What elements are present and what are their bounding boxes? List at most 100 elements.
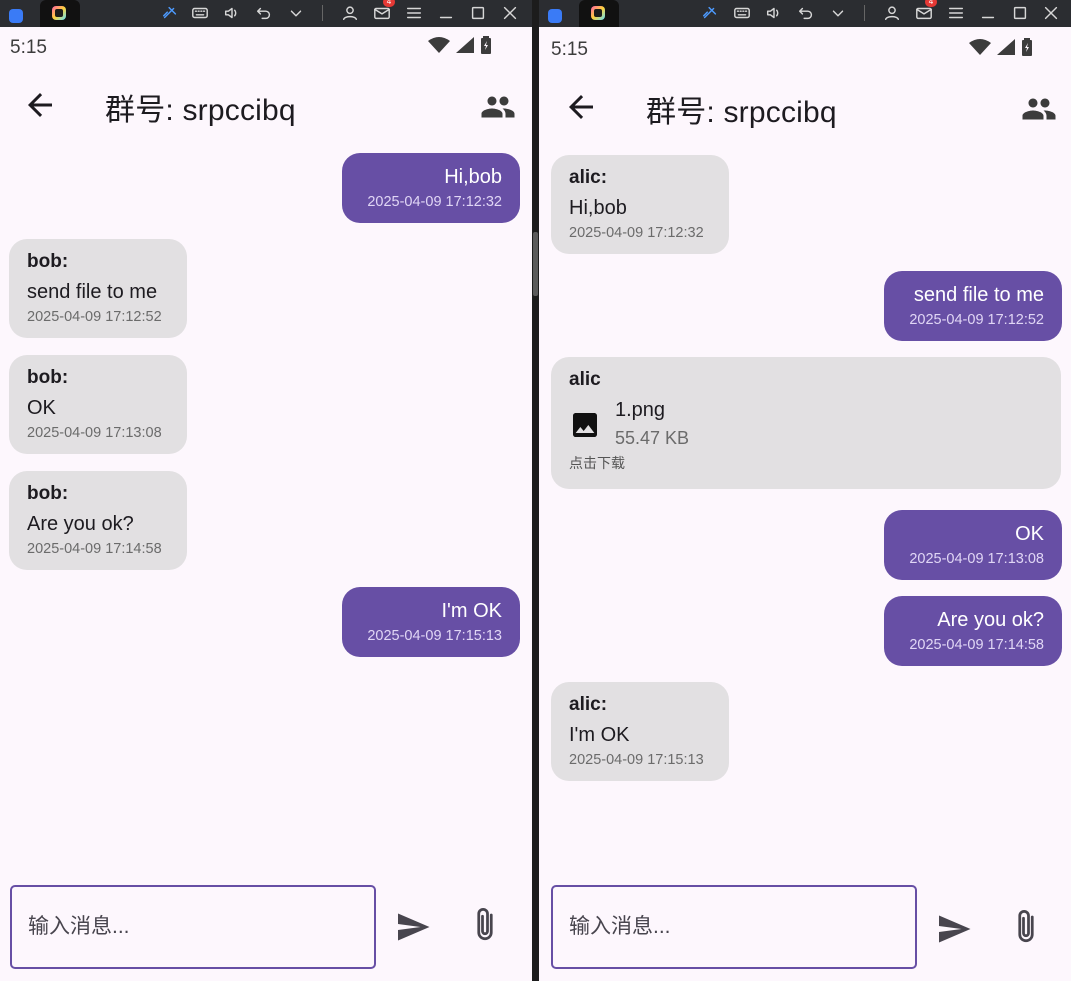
signal-icon — [997, 39, 1015, 55]
user-icon[interactable] — [338, 3, 362, 23]
message-sender: alic: — [569, 167, 608, 188]
message-bubble-incoming[interactable]: bob: send file to me 2025-04-09 17:12:52 — [9, 239, 187, 338]
message-time: 2025-04-09 17:12:32 — [569, 225, 704, 241]
message-time: 2025-04-09 17:14:58 — [27, 541, 162, 557]
message-text: OK — [27, 397, 56, 419]
message-time: 2025-04-09 17:14:58 — [909, 637, 1044, 653]
mail-icon[interactable]: 4 — [912, 0, 937, 23]
image-icon — [573, 413, 597, 437]
page-title: 群号: srpccibq — [105, 94, 296, 127]
menu-icon[interactable] — [402, 3, 426, 23]
message-text: Hi,bob — [569, 197, 627, 219]
send-icon[interactable] — [395, 909, 431, 945]
message-time: 2025-04-09 17:13:08 — [909, 551, 1044, 567]
message-bubble-outgoing[interactable]: OK 2025-04-09 17:13:08 — [884, 510, 1062, 580]
message-time: 2025-04-09 17:15:13 — [569, 752, 704, 768]
message-sender: bob: — [27, 483, 69, 504]
message-sender: bob: — [27, 251, 69, 272]
message-text: send file to me — [913, 284, 1044, 306]
menu-icon[interactable] — [944, 3, 968, 23]
message-text: send file to me — [27, 281, 158, 303]
message-sender: alic — [569, 369, 601, 390]
keyboard-icon[interactable] — [188, 3, 212, 23]
undo-icon[interactable] — [252, 3, 276, 23]
message-time: 2025-04-09 17:12:52 — [909, 312, 1044, 328]
message-time: 2025-04-09 17:13:08 — [27, 425, 162, 441]
user-icon[interactable] — [880, 3, 904, 23]
back-arrow-icon[interactable] — [563, 89, 599, 125]
notification-badge: 4 — [925, 0, 937, 7]
scrollbar[interactable] — [533, 232, 538, 296]
toolbar-separator — [864, 5, 865, 21]
close-icon[interactable] — [1039, 3, 1063, 23]
wifi-icon — [428, 37, 450, 53]
status-bar: 5:15 — [539, 27, 1071, 65]
app-tab-2[interactable] — [40, 0, 80, 27]
message-text: Hi,bob — [444, 166, 502, 188]
file-message-bubble[interactable]: alic 1.png 55.47 KB 点击下载 — [551, 357, 1061, 489]
status-time: 5:15 — [551, 39, 588, 60]
message-text: OK — [1015, 523, 1044, 545]
message-sender: alic: — [569, 694, 608, 715]
minimize-icon[interactable] — [976, 3, 1000, 23]
wifi-icon — [969, 39, 991, 55]
app-tab-1[interactable] — [542, 3, 564, 25]
status-time: 5:15 — [10, 37, 47, 58]
pin-icon[interactable] — [698, 3, 722, 23]
message-sender: bob: — [27, 367, 69, 388]
composer — [539, 871, 1071, 981]
message-input[interactable] — [551, 885, 917, 969]
phone-window-left: 4 5:15 群号: srpccibq Hi,bob 2025-04-09 17… — [0, 0, 532, 981]
composer — [0, 871, 532, 981]
toolbar-separator — [322, 5, 323, 21]
keyboard-icon[interactable] — [730, 3, 754, 23]
volume-icon[interactable] — [762, 3, 786, 23]
message-input[interactable] — [10, 885, 376, 969]
message-bubble-incoming[interactable]: alic: Hi,bob 2025-04-09 17:12:32 — [551, 155, 729, 254]
close-icon[interactable] — [498, 3, 522, 23]
back-arrow-icon[interactable] — [22, 87, 58, 123]
attach-file-icon[interactable] — [1011, 907, 1041, 947]
maximize-icon[interactable] — [1008, 3, 1032, 23]
attach-file-icon[interactable] — [470, 905, 500, 945]
pin-icon[interactable] — [158, 3, 182, 23]
message-list[interactable]: Hi,bob 2025-04-09 17:12:32 bob: send fil… — [0, 147, 532, 871]
battery-icon — [1022, 38, 1032, 56]
app-bar: 群号: srpccibq — [0, 65, 532, 147]
message-bubble-outgoing[interactable]: send file to me 2025-04-09 17:12:52 — [884, 271, 1062, 341]
message-text: I'm OK — [569, 724, 630, 746]
message-bubble-outgoing[interactable]: Hi,bob 2025-04-09 17:12:32 — [342, 153, 520, 223]
page-title: 群号: srpccibq — [646, 96, 837, 129]
message-bubble-incoming[interactable]: alic: I'm OK 2025-04-09 17:15:13 — [551, 682, 729, 781]
message-bubble-outgoing[interactable]: I'm OK 2025-04-09 17:15:13 — [342, 587, 520, 657]
message-list[interactable]: alic: Hi,bob 2025-04-09 17:12:32 send fi… — [539, 149, 1071, 871]
message-text: I'm OK — [441, 600, 503, 622]
signal-icon — [456, 37, 474, 53]
group-members-icon[interactable] — [1021, 91, 1057, 127]
maximize-icon[interactable] — [466, 3, 490, 23]
window-divider — [532, 0, 539, 981]
message-time: 2025-04-09 17:15:13 — [367, 628, 502, 644]
download-hint[interactable]: 点击下载 — [569, 453, 1043, 473]
volume-icon[interactable] — [220, 3, 244, 23]
message-bubble-incoming[interactable]: bob: Are you ok? 2025-04-09 17:14:58 — [9, 471, 187, 570]
mail-icon[interactable]: 4 — [370, 0, 395, 23]
status-bar: 5:15 — [0, 27, 532, 65]
send-icon[interactable] — [936, 911, 972, 947]
notification-badge: 4 — [383, 0, 395, 7]
file-name: 1.png — [615, 399, 666, 421]
phone-window-right: 4 5:15 群号: srpccibq alic: Hi,bob 2025-04… — [539, 0, 1071, 981]
app-tab-2[interactable] — [579, 0, 619, 27]
emulator-toolbar: 4 — [539, 0, 1071, 27]
chevron-down-icon[interactable] — [826, 3, 850, 23]
message-bubble-outgoing[interactable]: Are you ok? 2025-04-09 17:14:58 — [884, 596, 1062, 666]
message-time: 2025-04-09 17:12:52 — [27, 309, 162, 325]
app-tab-1[interactable] — [3, 3, 25, 25]
message-bubble-incoming[interactable]: bob: OK 2025-04-09 17:13:08 — [9, 355, 187, 454]
undo-icon[interactable] — [794, 3, 818, 23]
chevron-down-icon[interactable] — [284, 3, 308, 23]
group-members-icon[interactable] — [480, 89, 516, 125]
minimize-icon[interactable] — [434, 3, 458, 23]
message-text: Are you ok? — [27, 513, 134, 535]
app-bar: 群号: srpccibq — [539, 67, 1071, 149]
